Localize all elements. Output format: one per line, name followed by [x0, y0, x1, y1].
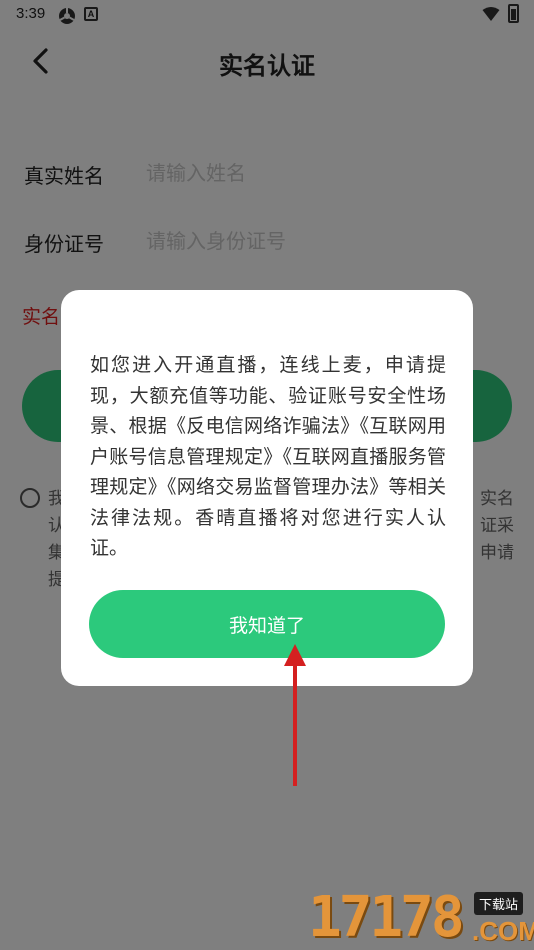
watermark-tag: 下载站 [474, 892, 524, 915]
got-it-button[interactable]: 我知道了 [89, 590, 445, 658]
watermark-digits: 17178 [308, 885, 465, 950]
dialog-message: 如您进入开通直播，连线上麦，申请提现，大额充值等功能、验证账号安全性场景、根据《… [90, 354, 446, 559]
verification-dialog: 如您进入开通直播，连线上麦，申请提现，大额充值等功能、验证账号安全性场景、根据《… [61, 290, 473, 686]
site-watermark: 17178 下载站 .COM [308, 886, 534, 950]
watermark-domain: .COM [472, 916, 534, 946]
red-arrow-annotation [284, 644, 306, 786]
